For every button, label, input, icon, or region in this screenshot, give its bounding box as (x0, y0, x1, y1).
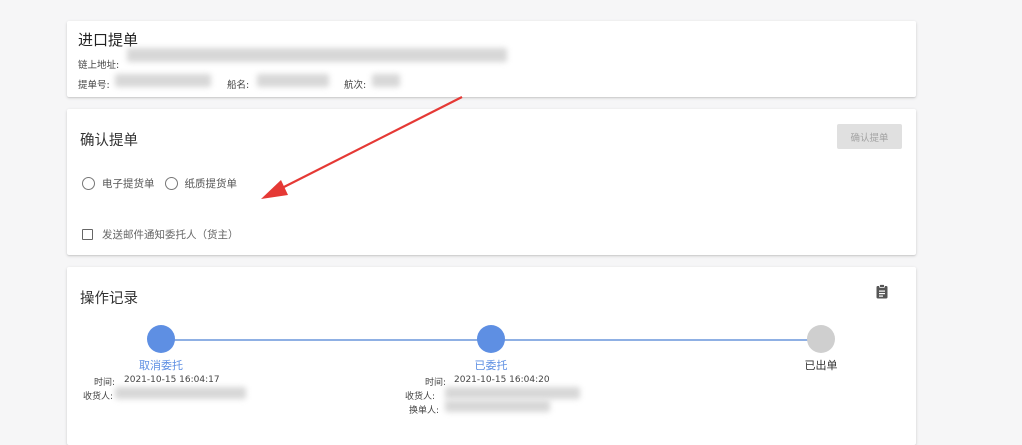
arrow-head (261, 180, 288, 199)
annotation-arrow (261, 96, 463, 199)
arrow-shaft (277, 96, 463, 191)
